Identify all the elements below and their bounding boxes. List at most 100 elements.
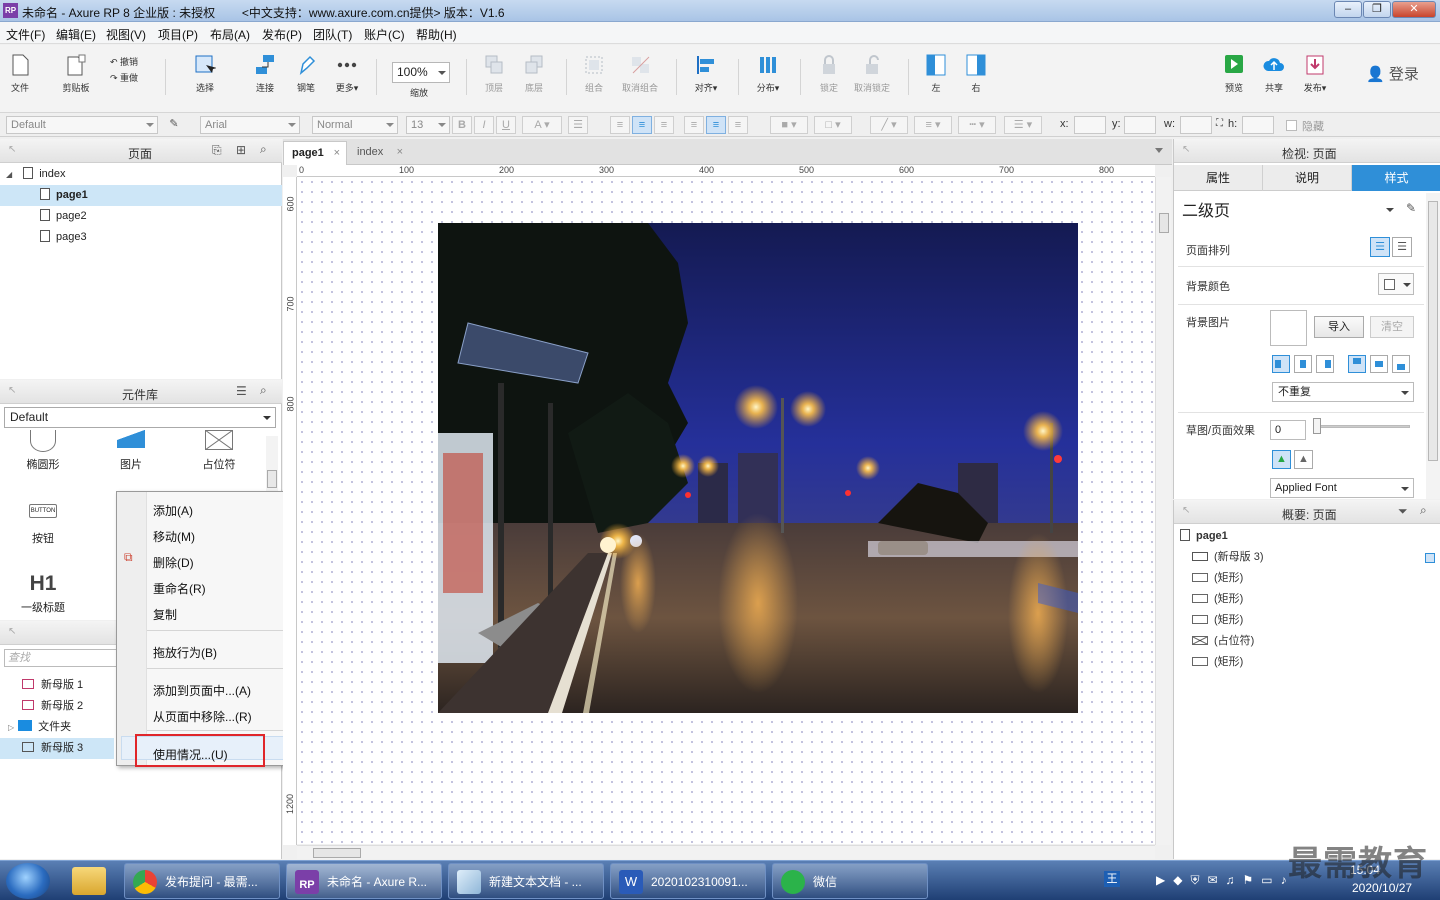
night-street-image[interactable] <box>438 223 1078 713</box>
undo-button[interactable]: ↶ 撤销 <box>110 55 150 68</box>
menu-item-delete[interactable]: 删除(D) <box>153 554 194 571</box>
file-tool[interactable]: 文件 <box>6 53 34 94</box>
bg-align-center-button[interactable] <box>1294 355 1312 373</box>
menu-item-add-to-pages[interactable]: 添加到页面中...(A) <box>153 682 251 699</box>
tree-item-page1[interactable]: page1 <box>0 185 282 206</box>
taskbar-notepad[interactable]: 新建文本文档 - ... <box>448 863 604 899</box>
h-field[interactable] <box>1242 116 1274 134</box>
slider-thumb[interactable] <box>1313 418 1321 434</box>
outline-item[interactable]: (矩形) <box>1192 590 1243 608</box>
italic-button[interactable]: I <box>474 116 494 134</box>
sketch-value-input[interactable]: 0 <box>1270 420 1306 440</box>
sketch-slider[interactable] <box>1313 418 1410 434</box>
ime-icon[interactable]: 王 <box>1104 871 1120 887</box>
line-width-button[interactable]: ≡ ▾ <box>914 116 952 134</box>
minimize-button[interactable]: ‒ <box>1334 1 1362 18</box>
filter-icon[interactable]: ⏷ <box>1398 504 1408 519</box>
import-button[interactable]: 导入 <box>1314 316 1364 338</box>
add-page-icon[interactable]: ⎘ <box>212 143 222 158</box>
unlock-button[interactable]: 取消锁定 <box>852 53 892 94</box>
send-to-bottom-button[interactable]: 底层 <box>520 53 548 94</box>
menu-publish[interactable]: 发布(P) <box>262 26 302 43</box>
expand-arrow-icon[interactable]: ◢ <box>6 170 12 179</box>
outline-item[interactable]: (矩形) <box>1192 569 1243 587</box>
align-center-button[interactable]: ≡ <box>632 116 652 134</box>
tab-page1[interactable]: page1 × <box>283 141 347 165</box>
outline-item[interactable]: (矩形) <box>1192 653 1243 671</box>
outline-item[interactable]: (占位符) <box>1192 632 1254 650</box>
group-button[interactable]: 组合 <box>580 53 608 94</box>
align-button[interactable]: 对齐▾ <box>690 53 722 94</box>
menu-file[interactable]: 文件(F) <box>6 26 45 43</box>
menu-view[interactable]: 视图(V) <box>106 26 146 43</box>
zoom-select[interactable]: 100% <box>392 62 450 83</box>
tree-item-index[interactable]: ◢ index <box>0 164 282 185</box>
page-style-select[interactable]: 二级页 <box>1182 197 1414 223</box>
tab-properties[interactable]: 属性 <box>1174 165 1263 191</box>
left-button[interactable]: 左 <box>922 53 950 94</box>
bullet-list-button[interactable]: ☰ <box>568 116 588 134</box>
bg-valign-middle-button[interactable] <box>1370 355 1388 373</box>
login-button[interactable]: 👤 登录 <box>1366 63 1419 84</box>
outline-item[interactable]: (矩形) <box>1192 611 1243 629</box>
preview-button[interactable]: 预览 <box>1220 53 1248 94</box>
w-field[interactable] <box>1180 116 1212 134</box>
menu-edit[interactable]: 编辑(E) <box>56 26 96 43</box>
select-tool[interactable]: 选择 <box>180 53 230 94</box>
collapse-icon[interactable]: ↖ <box>1182 144 1190 155</box>
align-left-page-button[interactable]: ☰ <box>1370 237 1390 257</box>
menu-project[interactable]: 项目(P) <box>158 26 198 43</box>
start-button[interactable] <box>6 863 50 899</box>
bg-align-right-button[interactable] <box>1316 355 1334 373</box>
menu-icon[interactable]: ☰ <box>236 384 247 398</box>
clipboard-tool[interactable]: 剪贴板 <box>56 53 96 94</box>
font-select[interactable]: Applied Font <box>1270 478 1414 498</box>
bg-color-picker[interactable] <box>1378 273 1414 295</box>
tab-style[interactable]: 样式 <box>1352 165 1440 191</box>
collapse-icon[interactable]: ↖ <box>1182 505 1190 516</box>
menu-item-drop-behavior[interactable]: 拖放行为(B) <box>153 644 217 661</box>
scrollbar-thumb[interactable] <box>267 470 277 488</box>
align-middle-button[interactable]: ≡ <box>706 116 726 134</box>
explorer-icon[interactable] <box>72 867 106 895</box>
menu-item-duplicate[interactable]: 复制 <box>153 606 177 623</box>
color-mode-button[interactable]: ▲ <box>1272 450 1291 469</box>
outline-item[interactable]: (新母版 3) <box>1192 548 1264 566</box>
weight-select[interactable]: Normal <box>312 116 398 134</box>
x-field[interactable] <box>1074 116 1106 134</box>
close-icon[interactable]: × <box>334 142 340 164</box>
vertical-scrollbar[interactable] <box>1155 177 1171 845</box>
bring-to-top-button[interactable]: 顶层 <box>480 53 508 94</box>
bg-image-preview[interactable] <box>1270 310 1307 346</box>
more-tool[interactable]: 更多▾ <box>330 53 364 94</box>
bold-button[interactable]: B <box>452 116 472 134</box>
menu-help[interactable]: 帮助(H) <box>416 26 457 43</box>
menu-item-remove-from-pages[interactable]: 从页面中移除...(R) <box>153 708 252 725</box>
style-select[interactable]: Default <box>6 116 158 134</box>
inspector-scrollbar[interactable] <box>1426 193 1440 499</box>
distribute-button[interactable]: 分布▾ <box>752 53 784 94</box>
menu-item-move[interactable]: 移动(M) <box>153 528 195 545</box>
align-left-button[interactable]: ≡ <box>610 116 630 134</box>
align-top-button[interactable]: ≡ <box>684 116 704 134</box>
menu-item-add[interactable]: 添加(A) <box>153 502 193 519</box>
master-item-3[interactable]: 新母版 3 <box>0 738 114 759</box>
align-bottom-button[interactable]: ≡ <box>728 116 748 134</box>
menu-team[interactable]: 团队(T) <box>313 26 352 43</box>
font-color-button[interactable]: A ▾ <box>522 116 562 134</box>
menu-item-rename[interactable]: 重命名(R) <box>153 580 206 597</box>
library-select[interactable]: Default <box>4 407 276 428</box>
close-button[interactable]: ✕ <box>1392 1 1436 18</box>
menu-account[interactable]: 账户(C) <box>364 26 405 43</box>
scrollbar-thumb[interactable] <box>313 848 361 858</box>
widget-h1[interactable]: H1 一级标题 <box>18 572 68 618</box>
repeat-select[interactable]: 不重复 <box>1272 382 1414 402</box>
size-select[interactable]: 13 <box>406 116 450 134</box>
align-right-button[interactable]: ≡ <box>654 116 674 134</box>
outline-root[interactable]: page1 <box>1180 527 1228 545</box>
arrow-style-button[interactable]: ☰ ▾ <box>1004 116 1042 134</box>
ungroup-button[interactable]: 取消组合 <box>618 53 662 94</box>
bg-valign-top-button[interactable] <box>1348 355 1366 373</box>
menu-layout[interactable]: 布局(A) <box>210 26 250 43</box>
horizontal-scrollbar[interactable] <box>297 845 1155 859</box>
